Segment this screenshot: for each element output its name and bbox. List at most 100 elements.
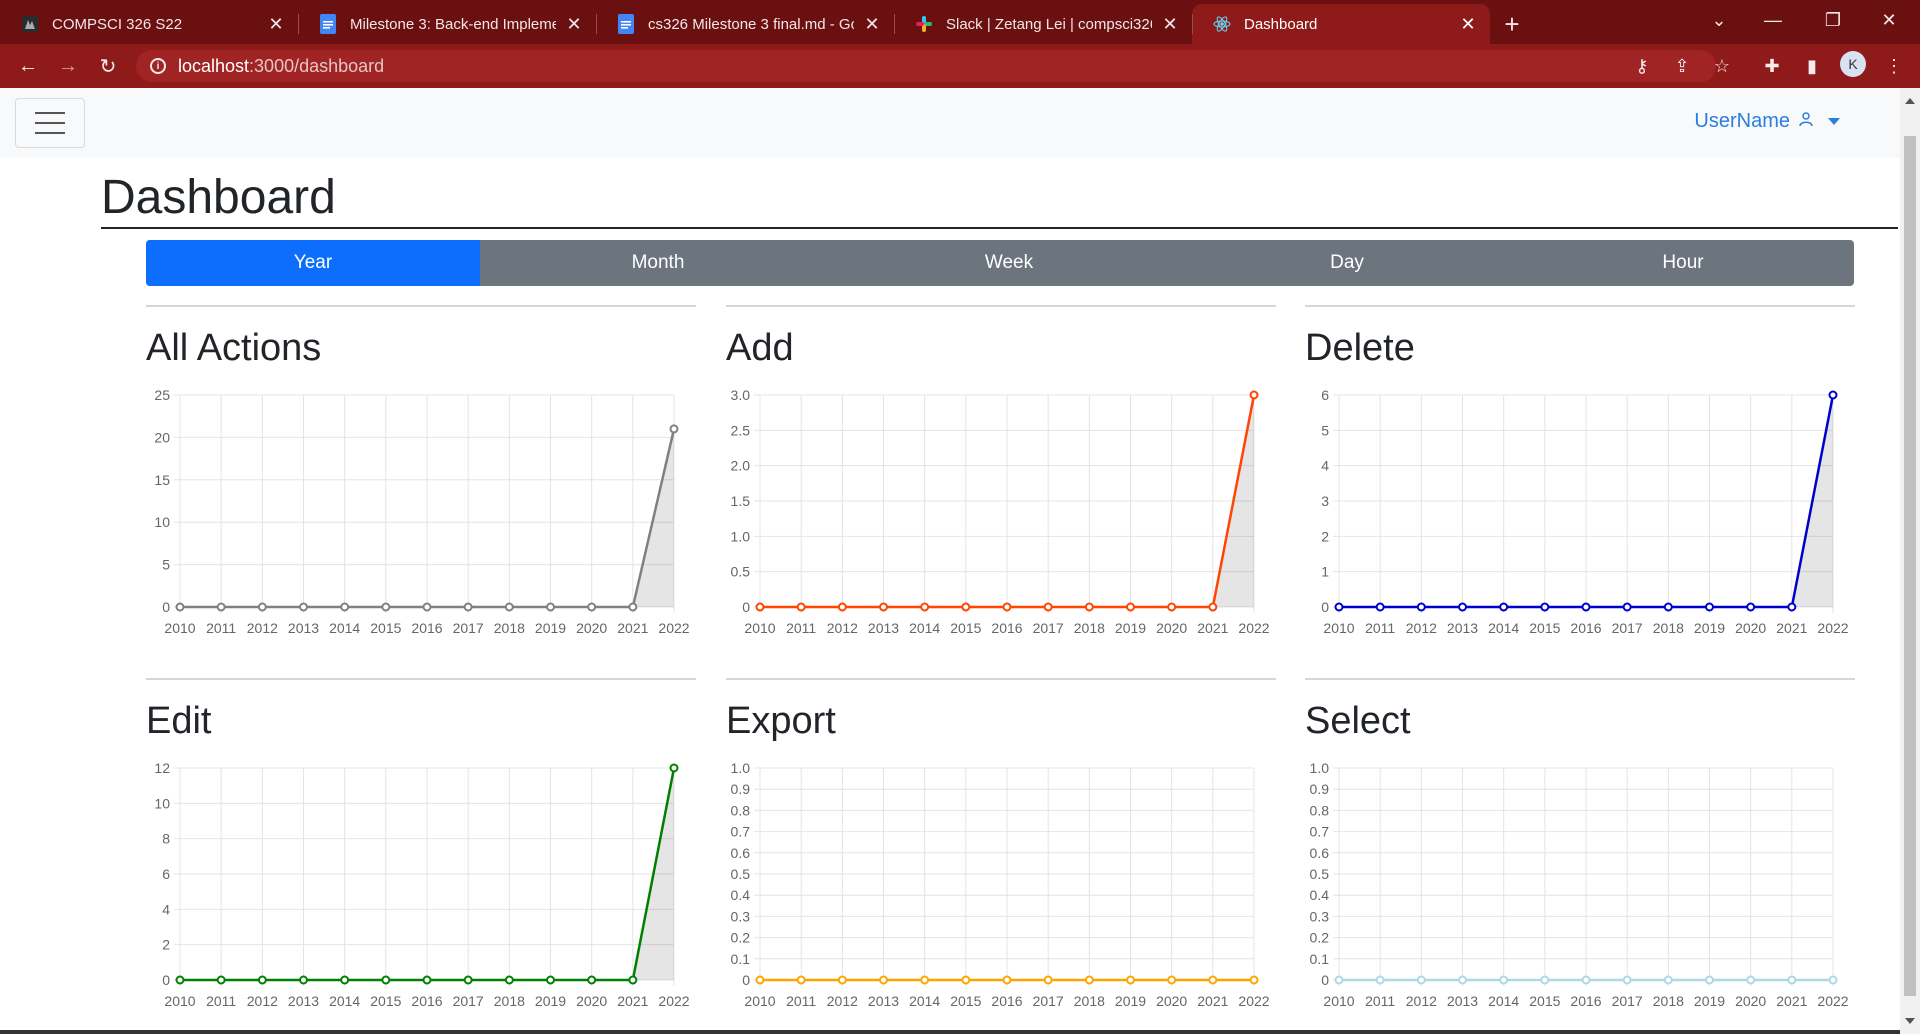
line-chart[interactable]: 0 0.1 0.2 0.3 0.4 0.5 0.6 0.7 0.8 0.9 1.0 2010 2011 2…	[726, 760, 1276, 1020]
data-point[interactable]	[920, 975, 930, 985]
browser-tab-active[interactable]: Dashboard ✕	[1192, 4, 1490, 44]
data-point[interactable]	[837, 975, 847, 985]
user-dropdown[interactable]: UserName	[1694, 110, 1840, 133]
data-point[interactable]	[879, 602, 888, 612]
minimize-button[interactable]: —	[1750, 0, 1796, 40]
data-point[interactable]	[216, 602, 226, 612]
data-point[interactable]	[422, 975, 432, 985]
data-point[interactable]	[1043, 602, 1053, 612]
key-icon[interactable]: ⚷	[1628, 52, 1656, 80]
data-point[interactable]	[257, 975, 267, 985]
data-point[interactable]	[1458, 975, 1467, 985]
data-point[interactable]	[1540, 602, 1550, 612]
filter-week-button[interactable]: Week	[836, 240, 1182, 286]
data-point[interactable]	[879, 975, 888, 985]
new-tab-button[interactable]: +	[1490, 4, 1534, 44]
back-arrow-icon[interactable]: ←	[14, 52, 42, 80]
data-point[interactable]	[1746, 975, 1756, 985]
data-point[interactable]	[381, 602, 391, 612]
data-point[interactable]	[504, 975, 514, 985]
data-point[interactable]	[1375, 602, 1385, 612]
data-point[interactable]	[1581, 602, 1591, 612]
close-icon[interactable]: ✕	[266, 14, 286, 35]
forward-arrow-icon[interactable]: →	[54, 52, 82, 80]
scroll-down-arrow-icon[interactable]	[1905, 1018, 1915, 1024]
data-point[interactable]	[175, 975, 185, 985]
filter-day-button[interactable]: Day	[1182, 240, 1512, 286]
close-icon[interactable]: ✕	[564, 14, 584, 35]
data-point[interactable]	[628, 975, 638, 985]
browser-tab[interactable]: Milestone 3: Back-end Implemen ✕	[298, 4, 596, 44]
data-point[interactable]	[1663, 975, 1673, 985]
data-point[interactable]	[1002, 602, 1012, 612]
tab-search-chevron-icon[interactable]: ⌄	[1696, 0, 1742, 40]
data-point[interactable]	[257, 602, 267, 612]
data-point[interactable]	[1334, 602, 1344, 612]
data-point[interactable]	[1581, 975, 1591, 985]
line-chart[interactable]: 0 1 2 3 4 5 6 2010 2011 2012 2013 2014 2015 2016 2017 2…	[1305, 387, 1855, 647]
data-point[interactable]	[920, 602, 930, 612]
data-point[interactable]	[1787, 975, 1797, 985]
scroll-up-arrow-icon[interactable]	[1905, 98, 1915, 104]
data-point[interactable]	[504, 602, 514, 612]
data-point[interactable]	[381, 975, 391, 985]
menu-dots-icon[interactable]: ⋮	[1880, 52, 1908, 80]
data-point[interactable]	[463, 975, 473, 985]
close-icon[interactable]: ✕	[1458, 14, 1478, 35]
data-point[interactable]	[463, 602, 473, 612]
data-point[interactable]	[961, 602, 971, 612]
data-point[interactable]	[1043, 975, 1053, 985]
data-point[interactable]	[1126, 975, 1135, 985]
side-panel-icon[interactable]: ▮	[1798, 52, 1826, 80]
page-scrollbar[interactable]	[1900, 88, 1920, 1034]
line-chart[interactable]: 0 0.5 1.0 1.5 2.0 2.5 3.0 2010 2011 2012 2013 2014 2…	[726, 387, 1276, 647]
data-point[interactable]	[1167, 975, 1177, 985]
data-point[interactable]	[546, 602, 555, 612]
data-point[interactable]	[796, 602, 806, 612]
data-point[interactable]	[1002, 975, 1012, 985]
data-point[interactable]	[755, 975, 765, 985]
data-point[interactable]	[175, 602, 185, 612]
data-point[interactable]	[1208, 602, 1218, 612]
line-chart[interactable]: 0 0.1 0.2 0.3 0.4 0.5 0.6 0.7 0.8 0.9 1.0 2010 2011 2…	[1305, 760, 1855, 1020]
data-point[interactable]	[1458, 602, 1467, 612]
data-point[interactable]	[1828, 975, 1838, 985]
extensions-puzzle-icon[interactable]: ✚	[1758, 52, 1786, 80]
data-point[interactable]	[299, 975, 308, 985]
data-point[interactable]	[1828, 390, 1838, 400]
data-point[interactable]	[1084, 602, 1094, 612]
data-point[interactable]	[1540, 975, 1550, 985]
data-point[interactable]	[1663, 602, 1673, 612]
data-point[interactable]	[755, 602, 765, 612]
data-point[interactable]	[299, 602, 308, 612]
scrollbar-thumb[interactable]	[1904, 136, 1916, 996]
data-point[interactable]	[1622, 975, 1632, 985]
data-point[interactable]	[961, 975, 971, 985]
close-window-button[interactable]: ✕	[1866, 0, 1912, 40]
hamburger-menu-button[interactable]	[15, 98, 85, 148]
data-point[interactable]	[1416, 975, 1426, 985]
data-point[interactable]	[669, 763, 679, 773]
address-bar[interactable]: i localhost:3000/dashboard	[136, 50, 1716, 82]
data-point[interactable]	[1126, 602, 1135, 612]
line-chart[interactable]: 0 2 4 6 8 10 12 2010 2011 2012 2013 2014 2015 2016 201…	[146, 760, 696, 1020]
browser-tab[interactable]: COMPSCI 326 S22 ✕	[0, 4, 298, 44]
data-point[interactable]	[1334, 975, 1344, 985]
data-point[interactable]	[1084, 975, 1094, 985]
data-point[interactable]	[1249, 975, 1259, 985]
data-point[interactable]	[1249, 390, 1259, 400]
data-point[interactable]	[340, 975, 350, 985]
share-icon[interactable]: ⇪	[1668, 52, 1696, 80]
reload-icon[interactable]: ↻	[94, 52, 122, 80]
data-point[interactable]	[1622, 602, 1632, 612]
data-point[interactable]	[669, 424, 679, 434]
bookmark-star-icon[interactable]: ☆	[1708, 52, 1736, 80]
data-point[interactable]	[587, 975, 597, 985]
data-point[interactable]	[340, 602, 350, 612]
data-point[interactable]	[1787, 602, 1797, 612]
profile-avatar[interactable]: K	[1840, 51, 1866, 77]
data-point[interactable]	[1208, 975, 1218, 985]
data-point[interactable]	[796, 975, 806, 985]
close-icon[interactable]: ✕	[1160, 14, 1180, 35]
filter-year-button[interactable]: Year	[146, 240, 480, 286]
